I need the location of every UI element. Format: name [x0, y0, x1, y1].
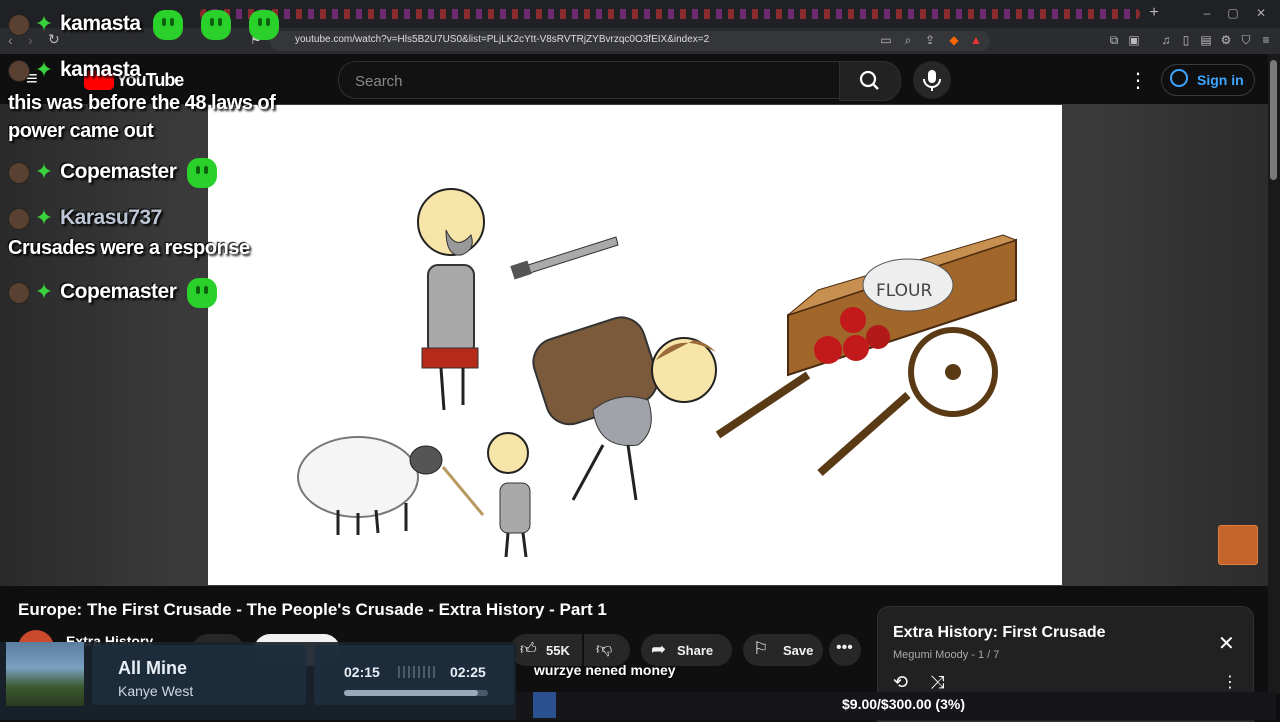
- url-text[interactable]: youtube.com/watch?v=Hls5B2U7US0&list=PLj…: [295, 34, 709, 45]
- sub-badge-icon: ✦: [34, 57, 54, 82]
- playlist-title[interactable]: Extra History: First Crusade: [893, 624, 1106, 642]
- share-label: Share: [677, 643, 714, 658]
- extension-box-icon[interactable]: ▣: [1126, 32, 1142, 48]
- chat-username: Copemaster: [60, 160, 177, 183]
- ellipsis-icon: •••: [836, 639, 853, 656]
- sad-emote-icon: [187, 278, 217, 308]
- chat-avatar: [8, 208, 30, 230]
- shuffle-icon[interactable]: ⤨: [930, 672, 944, 693]
- search-button[interactable]: [839, 61, 901, 101]
- share-page-icon[interactable]: ⇪: [922, 32, 938, 48]
- vpn-icon[interactable]: ⚙: [1218, 32, 1234, 48]
- brave-shield-icon[interactable]: ◆: [946, 32, 962, 48]
- donation-goal-fill: [533, 692, 556, 718]
- chat-avatar: [8, 60, 30, 82]
- video-frame[interactable]: FLOUR: [208, 105, 1062, 585]
- wallet-icon[interactable]: ▤: [1198, 32, 1214, 48]
- sign-in-label[interactable]: Sign in: [1197, 72, 1244, 88]
- maximize-icon[interactable]: ▢: [1222, 4, 1244, 22]
- child-figure: [487, 432, 531, 558]
- frog-emote-icon: [249, 10, 279, 40]
- share-icon: ➦: [651, 639, 667, 659]
- sub-badge-icon: ✦: [34, 159, 54, 184]
- browser-tab-strip: [0, 0, 1280, 28]
- donation-goal-text: $9.00/$300.00 (3%): [842, 696, 965, 712]
- cast-icon[interactable]: ▭: [878, 32, 894, 48]
- more-actions-button[interactable]: •••: [829, 634, 861, 666]
- search-box[interactable]: [338, 61, 840, 100]
- sub-badge-icon: ✦: [34, 279, 54, 304]
- sheep: [297, 436, 485, 535]
- time-elapsed: 02:15: [344, 664, 380, 680]
- video-illustration: FLOUR: [297, 188, 1018, 558]
- playlist-more-icon[interactable]: ⋮: [1222, 672, 1238, 692]
- chat-avatar: [8, 282, 30, 304]
- chat-username: kamasta: [60, 58, 141, 81]
- microphone-icon: [923, 70, 941, 91]
- sub-badge-icon: ✦: [34, 11, 54, 36]
- like-count: 55K: [546, 643, 570, 658]
- waveform: [398, 666, 436, 678]
- song-title: All Mine: [118, 658, 188, 678]
- brave-rewards-icon[interactable]: ▲: [968, 32, 984, 48]
- tab-favicons[interactable]: [200, 9, 1140, 19]
- sad-emote-icon: [187, 158, 217, 188]
- close-window-icon[interactable]: ✕: [1250, 4, 1272, 22]
- song-artist: Kanye West: [118, 683, 194, 699]
- donation-message: wurzye nened money: [534, 662, 676, 678]
- scrollbar-thumb[interactable]: [1270, 60, 1277, 180]
- song-progress-fill: [344, 690, 478, 696]
- playlist-subtitle: Megumi Moody - 1 / 7: [893, 649, 1000, 661]
- time-total: 02:25: [450, 664, 486, 680]
- sub-badge-icon: ✦: [34, 205, 54, 230]
- thumbs-down-icon: 👎︎: [596, 641, 613, 658]
- settings-more-icon[interactable]: ⋮: [1128, 68, 1148, 93]
- chat-message: Crusades were a response: [8, 237, 250, 259]
- save-label: Save: [783, 643, 814, 658]
- voice-search-button[interactable]: [913, 61, 951, 99]
- new-tab-icon[interactable]: +: [1146, 5, 1162, 21]
- minimize-icon[interactable]: –: [1196, 4, 1218, 22]
- chat-username: Karasu737: [60, 206, 162, 229]
- chat-avatar: [8, 162, 30, 184]
- extensions-icon[interactable]: ⧉: [1106, 32, 1122, 48]
- shield-icon[interactable]: ⛉: [1238, 32, 1254, 48]
- chat-username: kamasta: [60, 12, 141, 35]
- flour-label: FLOUR: [876, 281, 932, 301]
- video-title: Europe: The First Crusade - The People's…: [18, 600, 607, 619]
- thumbs-up-icon: 👍︎: [520, 641, 537, 658]
- loop-icon[interactable]: ⟲: [893, 672, 908, 693]
- extension-logo-icon[interactable]: [1218, 525, 1258, 565]
- chat-message: this was before the 48 laws of power cam…: [8, 92, 276, 142]
- sword: [510, 236, 619, 280]
- frog-emote-icon: [201, 10, 231, 40]
- album-art: [6, 642, 84, 706]
- close-icon[interactable]: ✕: [1218, 631, 1235, 656]
- chat-avatar: [8, 14, 30, 36]
- search-icon: [859, 70, 879, 90]
- barrel-carrier: [532, 316, 717, 501]
- account-icon: [1170, 69, 1188, 87]
- forward-icon[interactable]: ›: [28, 32, 33, 48]
- sidebar-icon[interactable]: ▯: [1178, 32, 1194, 48]
- search-input[interactable]: [353, 62, 827, 100]
- media-icon[interactable]: ♫: [1158, 32, 1174, 48]
- back-icon[interactable]: ‹: [8, 32, 13, 48]
- save-button[interactable]: ⚐ Save: [743, 634, 823, 666]
- zoom-icon[interactable]: ⌕: [900, 32, 916, 48]
- cart: FLOUR: [715, 234, 1018, 476]
- noble-figure: [417, 188, 485, 411]
- chat-username: Copemaster: [60, 280, 177, 303]
- browser-menu-icon[interactable]: ≡: [1258, 32, 1274, 48]
- frog-emote-icon: [153, 10, 183, 40]
- bookmark-save-icon: ⚐: [753, 639, 769, 658]
